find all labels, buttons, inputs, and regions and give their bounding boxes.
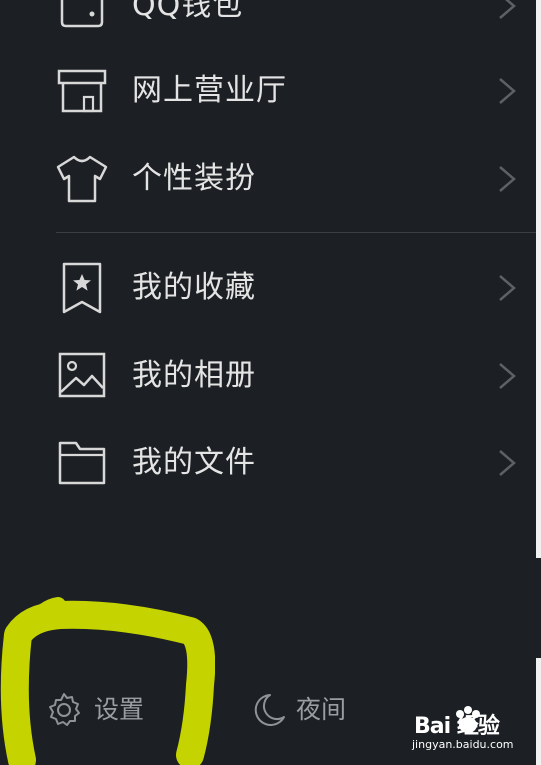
menu-item-label: 网上营业厅 [132,73,287,108]
tshirt-icon [56,135,108,223]
chevron-right-icon [496,47,520,135]
menu-item-label: QQ钱包 [132,0,244,23]
settings-label: 设置 [94,695,145,724]
menu-item-files[interactable]: 我的文件 [0,419,536,507]
settings-button[interactable]: 设置 [44,660,164,760]
side-drawer: QQ钱包 网上营业厅 个性装扮 我的收藏 我的相册 我的文件 设置 夜间 [0,0,536,765]
menu-item-label: 个性装扮 [132,161,256,196]
folder-icon [56,419,108,507]
section-divider [56,232,536,233]
gear-icon [49,693,80,726]
menu-item-label: 我的相册 [132,358,256,393]
watermark-url: jingyan.baidu.com [412,738,514,751]
menu-item-favorites[interactable]: 我的收藏 [0,244,536,332]
menu-item-album[interactable]: 我的相册 [0,332,536,420]
wallet-icon [56,0,108,50]
chevron-right-icon [496,0,520,50]
watermark-brand: Bai 经验 [414,714,500,739]
bookmark-star-icon [56,244,108,332]
background-edge [536,558,541,658]
menu-item-label: 我的收藏 [132,270,256,305]
chevron-right-icon [496,419,520,507]
chevron-right-icon [496,135,520,223]
menu-item-online-hall[interactable]: 网上营业厅 [0,47,536,135]
background-edge [536,0,541,558]
store-icon [56,47,108,135]
menu-item-personalize[interactable]: 个性装扮 [0,135,536,223]
night-mode-button[interactable]: 夜间 [248,660,368,760]
menu-item-label: 我的文件 [132,445,256,480]
night-mode-label: 夜间 [296,695,347,724]
chevron-right-icon [496,332,520,420]
menu-item-qq-wallet[interactable]: QQ钱包 [0,0,536,50]
chevron-right-icon [496,244,520,332]
moon-icon [254,694,285,726]
image-icon [56,332,108,420]
baidu-jingyan-watermark: Bai 经验 jingyan.baidu.com [408,700,538,760]
